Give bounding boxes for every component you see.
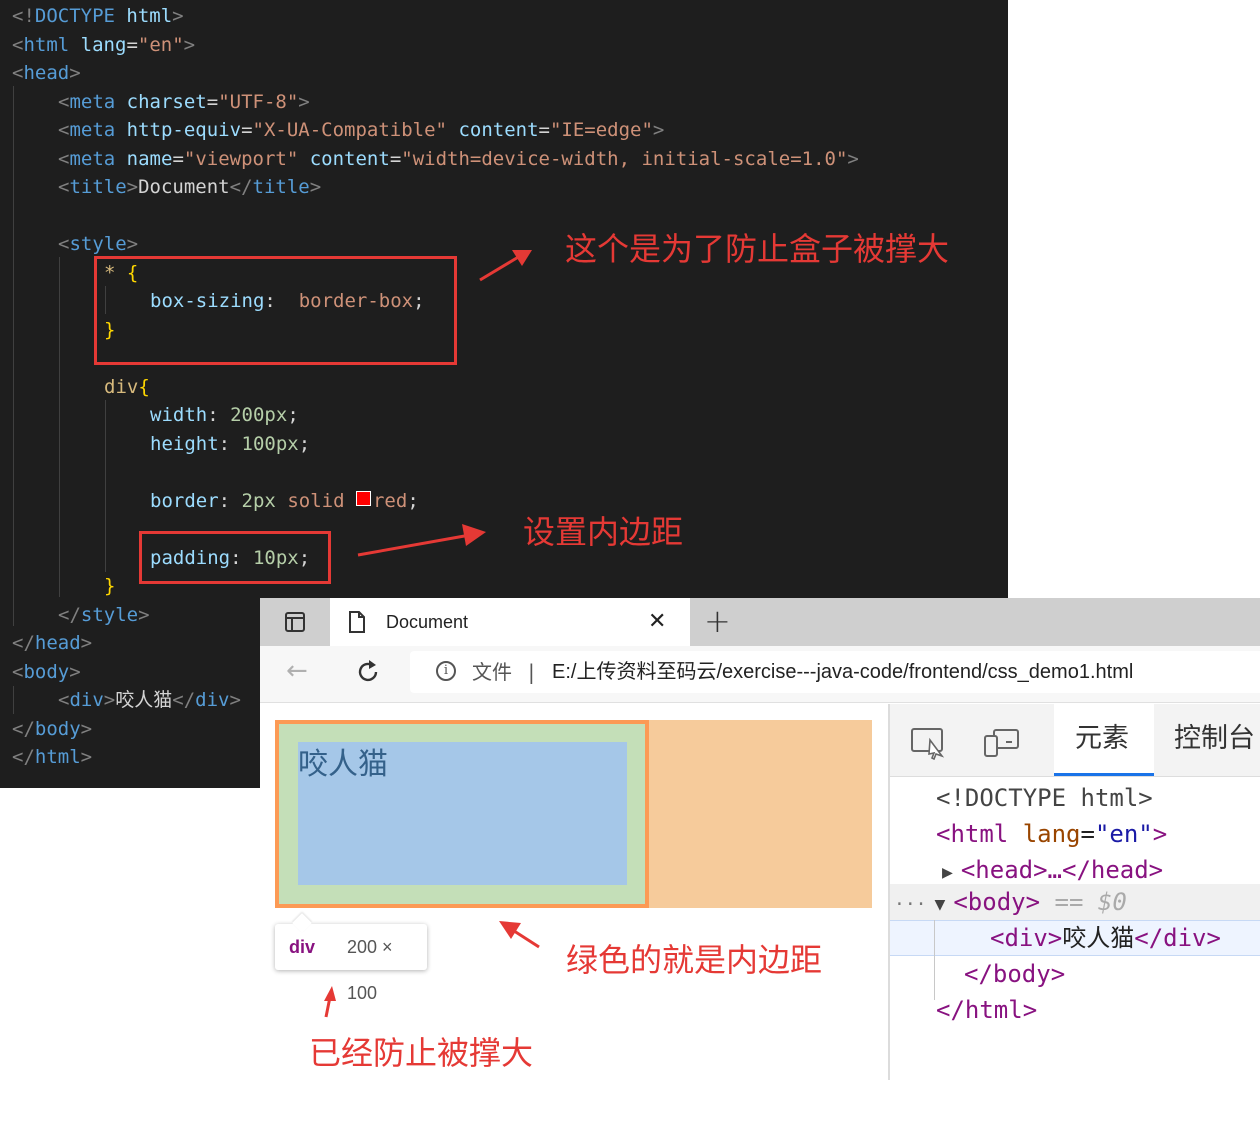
code-line: <div>咬人猫</div> (58, 689, 241, 711)
code-line: <meta http-equiv="X-UA-Compatible" conte… (58, 119, 665, 141)
reload-icon[interactable] (354, 658, 382, 686)
toolbar: ← i 文件 | E:/上传资料至码云/exercise---java-code… (260, 646, 1260, 703)
dom-indent-rail (934, 920, 935, 1000)
code-line: <body> (12, 661, 81, 683)
arrow-icon (479, 250, 532, 282)
devtools-tab-bar: 元素 控制台 (890, 704, 1260, 777)
indent-guide (13, 686, 14, 714)
address-scheme-label: 文件 (472, 660, 512, 684)
code-line: border: 2px solid red; (150, 490, 419, 512)
code-line: </body> (12, 718, 93, 740)
dom-node-div[interactable]: <div>咬人猫</div> (990, 920, 1221, 956)
address-url[interactable]: E:/上传资料至码云/exercise---java-code/frontend… (552, 651, 1133, 693)
code-line: </html> (12, 746, 93, 768)
close-tab-icon[interactable]: ✕ (648, 598, 666, 646)
annotation-box-sizing: 这个是为了防止盒子被撑大 (565, 230, 950, 268)
div-content: 咬人猫 (298, 742, 627, 885)
tab-elements[interactable]: 元素 (1054, 704, 1154, 776)
info-icon[interactable]: i (436, 661, 456, 681)
document-icon (349, 611, 365, 633)
device-emulation-icon[interactable] (982, 726, 1022, 760)
code-line: div{ (104, 376, 150, 398)
back-arrow-icon[interactable]: ← (286, 656, 308, 686)
code-line: <head> (12, 62, 81, 84)
code-line: </head> (12, 632, 93, 654)
code-line: <html lang="en"> (12, 34, 196, 56)
tab-bar: Document ✕ + (260, 598, 1260, 646)
element-tooltip: div 200 × 100 (275, 913, 427, 1003)
dom-node-body[interactable]: ··· ▼ <body> == $0 (894, 884, 1127, 920)
tab-elements-label: 元素 (1075, 723, 1129, 754)
dom-node-head[interactable]: ▶ <head>…</head> (942, 852, 1163, 888)
annotation-prevent-growth: 已经防止被撑大 (309, 1034, 534, 1072)
indent-guide (13, 86, 14, 626)
code-line: width: 200px; (150, 404, 299, 426)
arrow-icon (324, 986, 336, 1018)
code-line: height: 100px; (150, 433, 311, 455)
code-line: } (104, 575, 116, 597)
dom-node-doctype[interactable]: <!DOCTYPE html> (936, 780, 1153, 816)
code-line: <meta charset="UTF-8"> (58, 91, 310, 113)
tooltip-size: 200 × 100 (347, 937, 393, 1003)
more-options-icon[interactable]: ··· (894, 894, 927, 915)
arrow-icon (499, 921, 540, 949)
code-line: </style> (58, 604, 150, 626)
dom-node-html-close[interactable]: </html> (936, 992, 1037, 1028)
code-line: <style> (58, 233, 139, 255)
code-line: <meta name="viewport" content="width=dev… (58, 148, 859, 170)
annotation-green-padding: 绿色的就是内边距 (566, 941, 823, 979)
code-line: <title>Document</title> (58, 176, 322, 198)
tab-console-label: 控制台 (1174, 723, 1255, 754)
active-tab-underline (1054, 773, 1154, 776)
indent-guide (59, 257, 60, 597)
page-viewport: 咬人猫 div 200 × 100 (260, 704, 890, 1080)
highlight-box-box-sizing (94, 256, 457, 365)
collapse-triangle-icon[interactable]: ▼ (935, 894, 946, 915)
tab-title: Document (386, 612, 469, 632)
address-separator: | (528, 660, 535, 684)
expand-triangle-icon[interactable]: ▶ (942, 862, 953, 883)
devtools-panel: 元素 控制台 <!DOCTYPE html> <html lang="en"> … (890, 704, 1260, 1080)
inspect-icon[interactable] (910, 726, 948, 760)
dom-node-html[interactable]: <html lang="en"> (936, 816, 1167, 852)
tooltip-tag: div (289, 937, 316, 957)
indent-guide (105, 400, 106, 572)
tab-document[interactable]: Document ✕ (330, 598, 690, 646)
tab-actions-icon (285, 612, 305, 632)
highlight-box-padding (139, 531, 331, 584)
address-bar[interactable]: i 文件 | E:/上传资料至码云/exercise---java-code/f… (410, 651, 1260, 693)
tab-actions-button[interactable] (260, 598, 330, 646)
color-swatch[interactable] (355, 491, 371, 506)
new-tab-icon[interactable]: + (704, 598, 731, 644)
tab-console[interactable]: 控制台 (1174, 704, 1260, 774)
code-line: <!DOCTYPE html> (12, 5, 184, 27)
annotation-padding: 设置内边距 (523, 513, 684, 551)
arrow-icon (357, 524, 486, 557)
dom-node-body-close[interactable]: </body> (964, 956, 1065, 992)
